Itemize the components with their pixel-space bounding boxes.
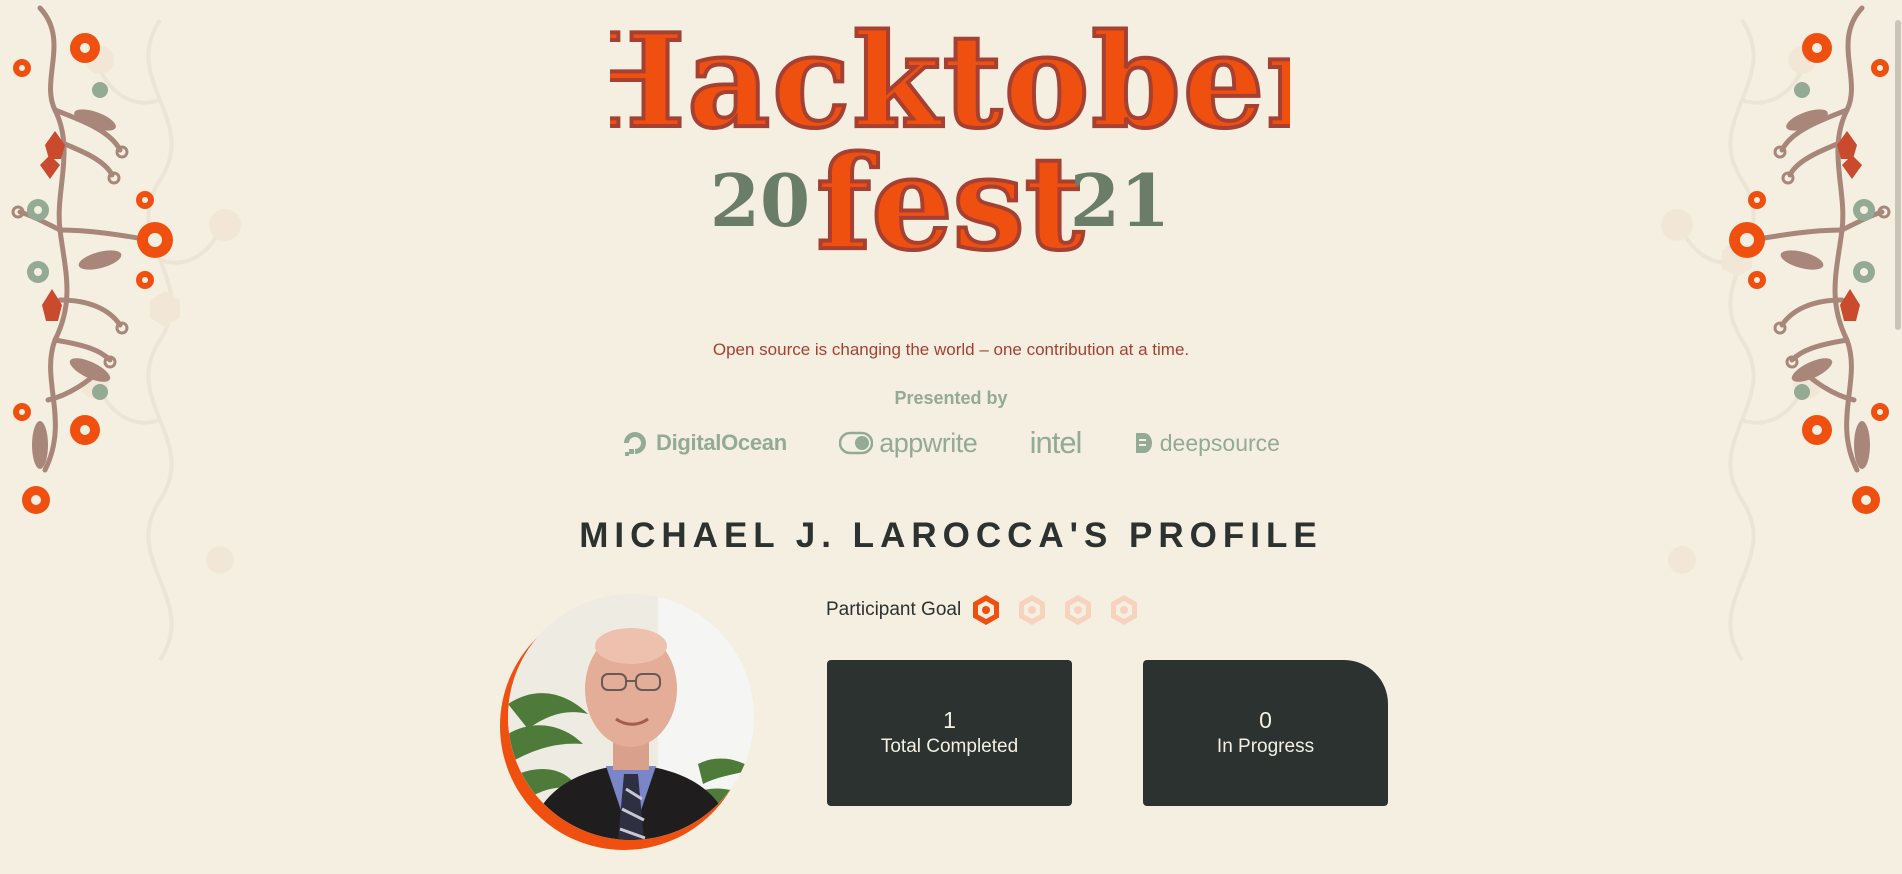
logo-word-fest: fest bbox=[816, 129, 1084, 279]
floral-decoration-right bbox=[1729, 5, 1891, 514]
hacktoberfest-logo[interactable]: Hacktober 20 fest 21 bbox=[610, 8, 1290, 288]
logo-year-left: 20 bbox=[710, 158, 810, 243]
appwrite-icon bbox=[839, 431, 874, 455]
sponsor-list: DigitalOcean appwrite intel deepsource bbox=[620, 422, 1280, 464]
digitalocean-icon bbox=[624, 432, 646, 456]
stat-card-total-completed: 1 Total Completed bbox=[827, 660, 1072, 806]
goal-badge-locked-icon bbox=[1019, 595, 1046, 625]
avatar bbox=[508, 594, 754, 840]
profile-title: MICHAEL J. LAROCCA'S PROFILE bbox=[579, 516, 1323, 555]
goal-badges bbox=[971, 594, 1139, 626]
deepsource-icon bbox=[1135, 433, 1152, 453]
participant-goal: Participant Goal bbox=[826, 594, 1139, 626]
participant-goal-label: Participant Goal bbox=[826, 599, 962, 620]
avatar-container bbox=[498, 592, 758, 850]
scrollbar-thumb[interactable] bbox=[1895, 20, 1901, 330]
stat-card-in-progress: 0 In Progress bbox=[1143, 660, 1388, 806]
sponsor-deepsource[interactable]: deepsource bbox=[1134, 430, 1280, 457]
sponsor-label: DigitalOcean bbox=[656, 430, 787, 455]
goal-badge-earned-icon bbox=[973, 595, 1000, 625]
sponsor-intel[interactable]: intel bbox=[1029, 425, 1083, 461]
logo-year-right: 21 bbox=[1070, 158, 1170, 243]
stat-label: Total Completed bbox=[880, 736, 1019, 757]
goal-badge-locked-icon bbox=[1065, 595, 1092, 625]
sponsor-appwrite[interactable]: appwrite bbox=[839, 427, 978, 459]
sponsor-label: appwrite bbox=[879, 427, 978, 458]
avatar-image bbox=[508, 594, 754, 840]
sponsor-label: intel bbox=[1029, 425, 1083, 460]
stat-value: 0 bbox=[1259, 707, 1272, 733]
stat-value: 1 bbox=[943, 707, 956, 733]
floral-decoration-left bbox=[11, 5, 173, 514]
stat-label: In Progress bbox=[1216, 736, 1315, 757]
sponsor-digitalocean[interactable]: DigitalOcean bbox=[620, 428, 787, 458]
page-scrollbar[interactable] bbox=[1894, 0, 1902, 874]
goal-badge-locked-icon bbox=[1111, 595, 1138, 625]
sponsor-label: deepsource bbox=[1159, 429, 1280, 456]
page: Hacktober 20 fest 21 Open source is chan… bbox=[0, 0, 1902, 874]
presented-by-label: Presented by bbox=[894, 388, 1008, 408]
tagline: Open source is changing the world – one … bbox=[712, 340, 1190, 359]
